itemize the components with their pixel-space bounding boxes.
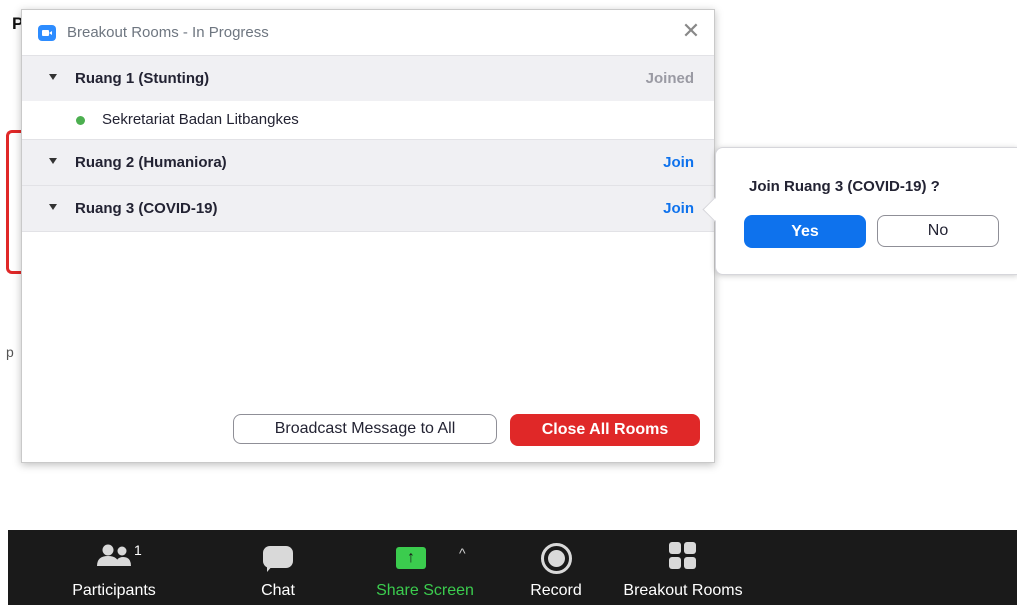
- caret-down-icon[interactable]: [49, 158, 57, 164]
- caret-down-icon[interactable]: [49, 204, 57, 210]
- online-status-icon: [76, 116, 85, 125]
- no-button[interactable]: No: [877, 215, 999, 247]
- dialog-title: Breakout Rooms - In Progress: [67, 24, 269, 41]
- zoom-app-icon: [38, 25, 56, 41]
- participants-count: 1: [134, 542, 142, 558]
- breakout-rooms-dialog: Breakout Rooms - In Progress ✕ Ruang 1 (…: [21, 9, 715, 463]
- breakout-rooms-label: Breakout Rooms: [623, 582, 743, 599]
- share-screen-icon: ↑: [396, 547, 426, 569]
- member-name: Sekretariat Badan Litbangkes: [102, 111, 299, 128]
- join-confirm-popover: Join Ruang 3 (COVID-19) ? Yes No: [715, 147, 1017, 275]
- room-member-row: Sekretariat Badan Litbangkes: [22, 101, 714, 139]
- dialog-titlebar: Breakout Rooms - In Progress ✕: [22, 10, 714, 55]
- participants-icon: [97, 544, 131, 566]
- meeting-toolbar: 1 Participants Chat ↑ ^ Share Screen Rec…: [8, 530, 1017, 605]
- yes-button[interactable]: Yes: [744, 215, 866, 248]
- room-name: Ruang 3 (COVID-19): [75, 200, 218, 217]
- room-name: Ruang 1 (Stunting): [75, 70, 210, 87]
- chevron-up-icon[interactable]: ^: [459, 545, 466, 561]
- background-letter: p: [6, 344, 14, 360]
- join-confirm-question: Join Ruang 3 (COVID-19) ?: [749, 178, 940, 195]
- close-icon[interactable]: ✕: [678, 18, 704, 44]
- room-status-joined: Joined: [645, 70, 694, 87]
- record-icon: [541, 543, 572, 574]
- chat-icon: [263, 546, 293, 572]
- record-button[interactable]: Record: [516, 530, 596, 605]
- share-screen-label: Share Screen: [376, 582, 474, 599]
- room-row-3[interactable]: Ruang 3 (COVID-19) Join: [22, 185, 714, 232]
- caret-down-icon[interactable]: [49, 74, 57, 80]
- room-row-1[interactable]: Ruang 1 (Stunting) Joined: [22, 55, 714, 101]
- join-room-3-link[interactable]: Join: [663, 200, 694, 217]
- join-room-2-link[interactable]: Join: [663, 154, 694, 171]
- room-name: Ruang 2 (Humaniora): [75, 154, 227, 171]
- room-row-2[interactable]: Ruang 2 (Humaniora) Join: [22, 139, 714, 185]
- close-all-rooms-button[interactable]: Close All Rooms: [510, 414, 700, 446]
- participants-label: Participants: [72, 582, 156, 599]
- broadcast-message-button[interactable]: Broadcast Message to All: [233, 414, 497, 444]
- chat-label: Chat: [261, 582, 295, 599]
- share-screen-button[interactable]: ↑ ^ Share Screen: [368, 530, 482, 605]
- participants-button[interactable]: 1 Participants: [60, 530, 168, 605]
- breakout-rooms-icon: [669, 542, 697, 570]
- chat-button[interactable]: Chat: [238, 530, 318, 605]
- breakout-rooms-button[interactable]: Breakout Rooms: [616, 530, 750, 605]
- record-label: Record: [530, 582, 582, 599]
